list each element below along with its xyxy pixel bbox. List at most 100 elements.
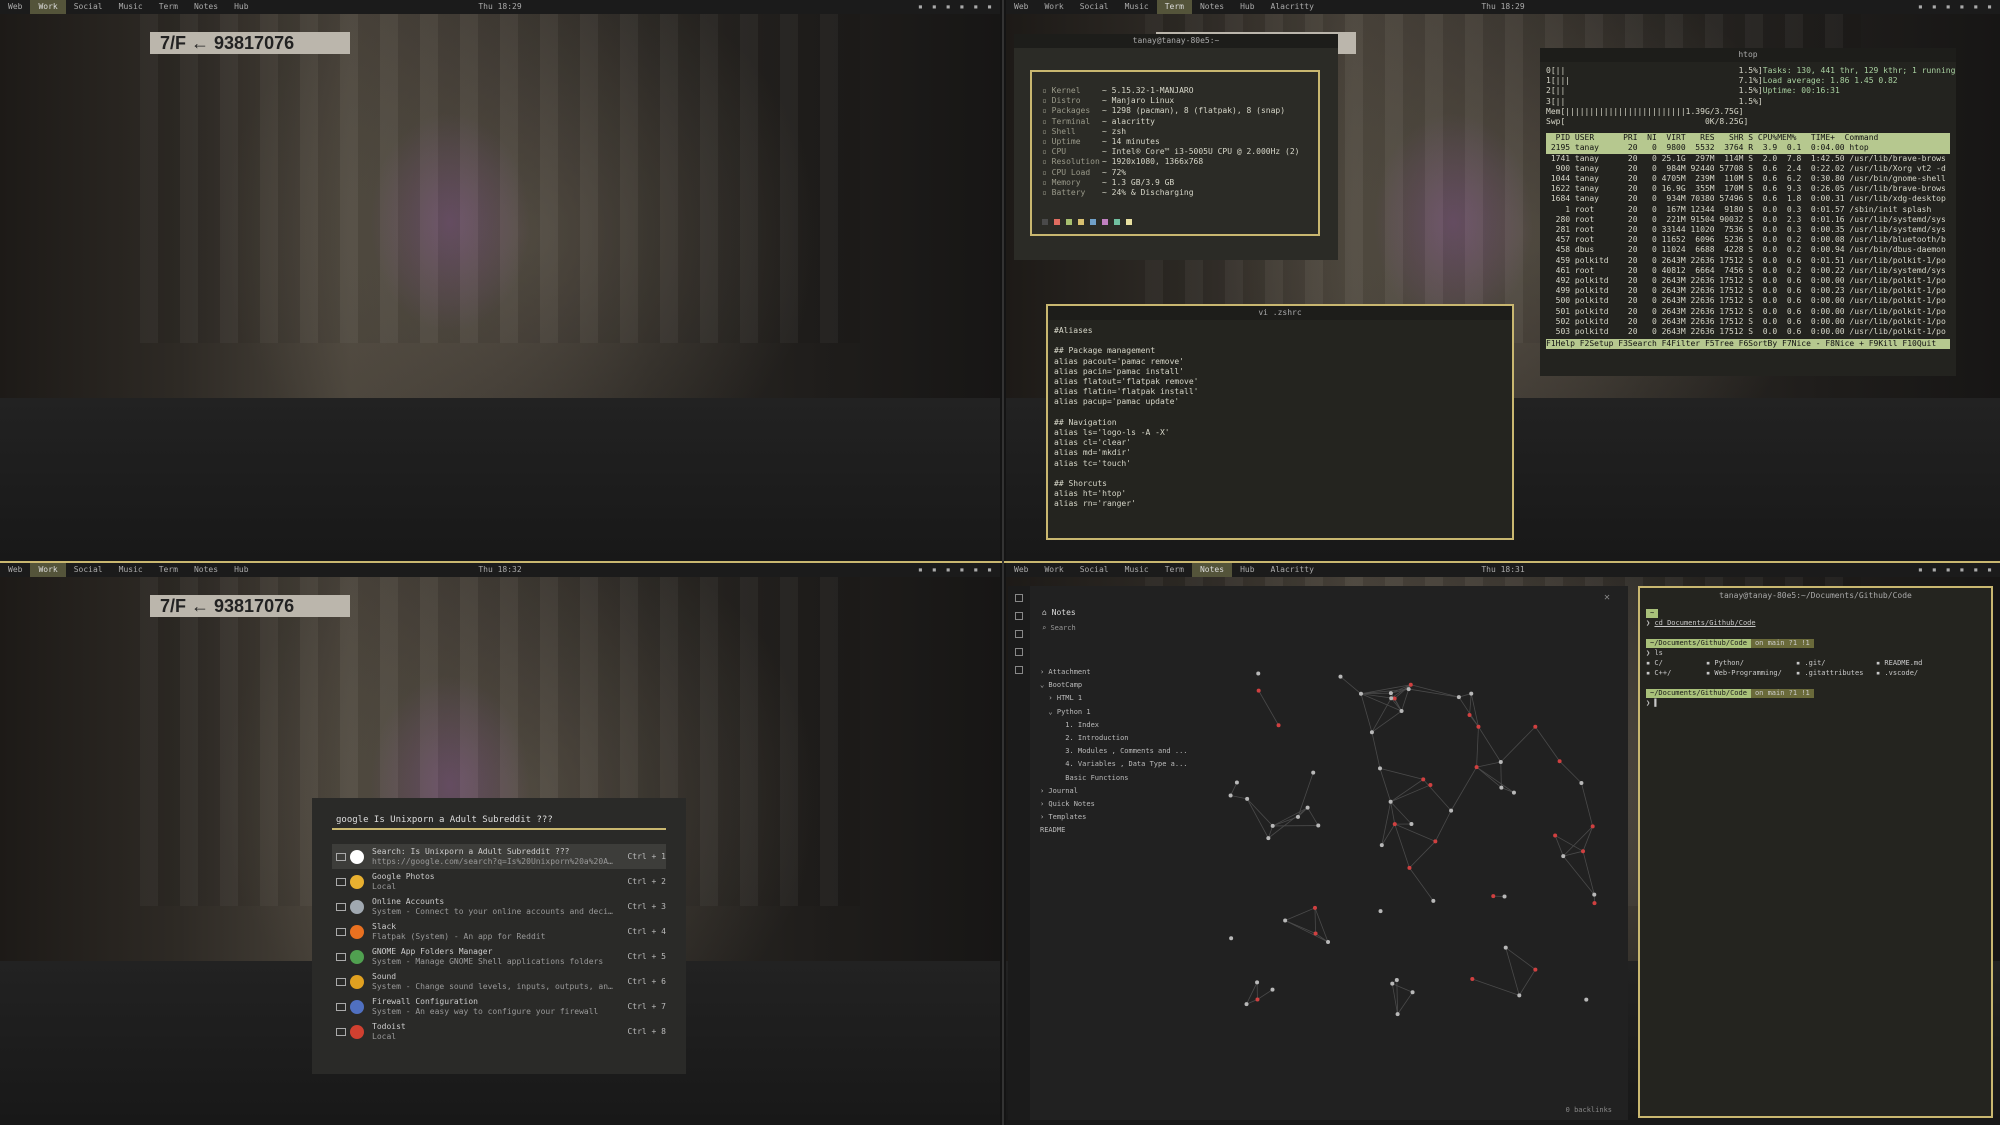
- tree-item[interactable]: › Quick Notes: [1040, 798, 1190, 811]
- process-row[interactable]: 1622 tanay 20 0 16.9G 355M 170M S 0.6 9.…: [1546, 184, 1950, 194]
- tree-item[interactable]: Basic Functions: [1040, 772, 1190, 785]
- launcher-result[interactable]: Google Photos Local Ctrl + 2: [332, 869, 666, 894]
- workspace-term[interactable]: Term: [1157, 563, 1192, 577]
- graph-node[interactable]: [1498, 760, 1503, 765]
- workspace-hub[interactable]: Hub: [226, 563, 256, 577]
- graph-node[interactable]: [1407, 865, 1412, 870]
- graph-node[interactable]: [1592, 901, 1597, 906]
- graph-node[interactable]: [1408, 682, 1413, 687]
- workspace-social[interactable]: Social: [66, 0, 111, 14]
- workspace-work[interactable]: Work: [1036, 563, 1071, 577]
- function-key-bar[interactable]: F1Help F2Setup F3Search F4Filter F5Tree …: [1546, 339, 1950, 350]
- graph-node[interactable]: [1390, 981, 1395, 986]
- bluetooth-icon[interactable]: ▪: [946, 563, 951, 577]
- editor-buffer[interactable]: #Aliases ## Package management alias paco…: [1048, 320, 1512, 516]
- process-row[interactable]: 503 polkitd 20 0 2643M 22636 17512 S 0.0…: [1546, 327, 1950, 337]
- volume-icon[interactable]: ▪: [960, 563, 965, 577]
- process-row[interactable]: 281 root 20 0 33144 11020 7536 S 0.0 0.3…: [1546, 225, 1950, 235]
- close-icon[interactable]: ✕: [1604, 592, 1610, 603]
- process-list[interactable]: 2195 tanay 20 0 9800 5532 3764 R 3.9 0.1…: [1546, 143, 1950, 337]
- launcher-result[interactable]: GNOME App Folders Manager System - Manage…: [332, 944, 666, 969]
- graph-node[interactable]: [1503, 945, 1508, 950]
- workspace-term[interactable]: Term: [151, 0, 186, 14]
- alacritty-terminal[interactable]: tanay@tanay-80e5:~/Documents/Github/Code…: [1638, 586, 1993, 1118]
- graph-node[interactable]: [1283, 918, 1288, 923]
- graph-node[interactable]: [1581, 849, 1586, 854]
- workspace-music[interactable]: Music: [1117, 563, 1157, 577]
- app-launcher[interactable]: google Is Unixporn a Adult Subreddit ???…: [312, 798, 686, 1074]
- tree-item[interactable]: › Templates: [1040, 811, 1190, 824]
- tree-item[interactable]: 4. Variables , Data Type a...: [1040, 758, 1190, 771]
- workspace-social[interactable]: Social: [66, 563, 111, 577]
- workspace-work[interactable]: Work: [1036, 0, 1071, 14]
- graph-node[interactable]: [1379, 843, 1384, 848]
- workspace-web[interactable]: Web: [1006, 563, 1036, 577]
- graph-node[interactable]: [1229, 936, 1234, 941]
- network-icon[interactable]: ▪: [918, 0, 923, 14]
- launcher-result[interactable]: Online Accounts System - Connect to your …: [332, 894, 666, 919]
- graph-node[interactable]: [1270, 823, 1275, 828]
- graph-node[interactable]: [1517, 993, 1522, 998]
- graph-node[interactable]: [1270, 987, 1275, 992]
- process-row[interactable]: 458 dbus 20 0 11024 6688 4228 S 0.0 0.2 …: [1546, 245, 1950, 255]
- workspace-web[interactable]: Web: [0, 0, 30, 14]
- workspace-hub[interactable]: Hub: [226, 0, 256, 14]
- graph-node[interactable]: [1313, 931, 1318, 936]
- network-icon[interactable]: ▪: [1918, 563, 1923, 577]
- workspace-music[interactable]: Music: [111, 563, 151, 577]
- network-icon[interactable]: ▪: [1918, 0, 1923, 14]
- process-row[interactable]: 457 root 20 0 11652 6096 5236 S 0.0 0.2 …: [1546, 235, 1950, 245]
- wifi-icon[interactable]: ▪: [932, 0, 937, 14]
- workspace-notes[interactable]: Notes: [186, 563, 226, 577]
- tree-item[interactable]: 2. Introduction: [1040, 732, 1190, 745]
- graph-node[interactable]: [1421, 777, 1426, 782]
- graph-node[interactable]: [1392, 696, 1397, 701]
- graph-node[interactable]: [1245, 796, 1250, 801]
- clock[interactable]: Thu 18:31: [1481, 563, 1524, 577]
- graph-node[interactable]: [1392, 822, 1397, 827]
- graph-node[interactable]: [1533, 724, 1538, 729]
- launcher-search-input[interactable]: google Is Unixporn a Adult Subreddit ???: [332, 810, 666, 830]
- graph-node[interactable]: [1388, 691, 1393, 696]
- battery-icon[interactable]: ▪: [1973, 0, 1978, 14]
- graph-node[interactable]: [1557, 759, 1562, 764]
- graph-node[interactable]: [1456, 695, 1461, 700]
- power-icon[interactable]: ▪: [1987, 563, 1992, 577]
- graph-node[interactable]: [1256, 688, 1261, 693]
- launcher-result[interactable]: Todoist Local Ctrl + 8: [332, 1019, 666, 1044]
- graph-node[interactable]: [1358, 691, 1363, 696]
- wifi-icon[interactable]: ▪: [1932, 0, 1937, 14]
- graph-node[interactable]: [1244, 1002, 1249, 1007]
- graph-node[interactable]: [1561, 854, 1566, 859]
- workspace-notes[interactable]: Notes: [1191, 563, 1233, 577]
- process-row[interactable]: 461 root 20 0 40812 6664 7456 S 0.0 0.2 …: [1546, 266, 1950, 276]
- network-icon[interactable]: ▪: [918, 563, 923, 577]
- tree-item[interactable]: ⌄ BootCamp: [1040, 679, 1190, 692]
- process-header[interactable]: PID USER PRI NI VIRT RES SHR S CPU%MEM% …: [1546, 133, 1950, 144]
- tree-item[interactable]: 3. Modules , Comments and ...: [1040, 745, 1190, 758]
- files-icon[interactable]: [1015, 594, 1023, 602]
- workspace-social[interactable]: Social: [1072, 0, 1117, 14]
- vim-terminal[interactable]: vi .zshrc #Aliases ## Package management…: [1046, 304, 1514, 540]
- process-row[interactable]: 1741 tanay 20 0 25.1G 297M 114M S 2.0 7.…: [1546, 154, 1950, 164]
- graph-node[interactable]: [1338, 674, 1343, 679]
- graph-node[interactable]: [1255, 997, 1260, 1002]
- graph-node[interactable]: [1592, 892, 1597, 897]
- workspace-term[interactable]: Term: [1156, 0, 1192, 14]
- graph-node[interactable]: [1474, 765, 1479, 770]
- bluetooth-icon[interactable]: ▪: [1946, 563, 1951, 577]
- graph-node[interactable]: [1295, 814, 1300, 819]
- graph-node[interactable]: [1409, 821, 1414, 826]
- pin-icon[interactable]: [336, 1027, 346, 1036]
- battery-icon[interactable]: ▪: [1973, 563, 1978, 577]
- file-tree[interactable]: › Attachment ⌄ BootCamp › HTML 1 ⌄ Python…: [1040, 666, 1190, 838]
- graph-node[interactable]: [1406, 687, 1411, 692]
- graph-node[interactable]: [1256, 671, 1261, 676]
- htop-terminal[interactable]: htop 0[|| 1.5%] 1[||| 7.1%] 2[|| 1.5%] 3…: [1540, 48, 1956, 376]
- graph-icon[interactable]: [1015, 612, 1023, 620]
- clock[interactable]: Thu 18:32: [478, 563, 521, 577]
- process-row[interactable]: 1044 tanay 20 0 4705M 239M 110M S 0.6 6.…: [1546, 174, 1950, 184]
- graph-node[interactable]: [1255, 980, 1260, 985]
- graph-node[interactable]: [1316, 823, 1321, 828]
- graph-node[interactable]: [1584, 997, 1589, 1002]
